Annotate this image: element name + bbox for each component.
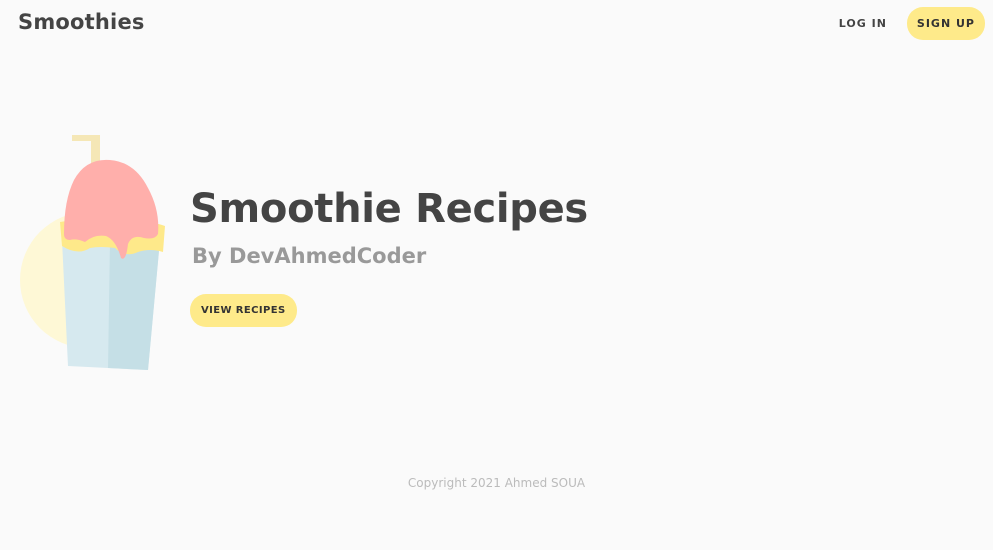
brand-logo[interactable]: Smoothies — [18, 10, 145, 34]
login-link[interactable]: LOG IN — [839, 17, 887, 30]
signup-button[interactable]: SIGN UP — [906, 7, 985, 40]
view-recipes-button[interactable]: VIEW RECIPES — [190, 294, 297, 327]
page: Smoothies LOG IN SIGN UP Smoothie Recipe… — [0, 0, 993, 550]
hero-subtitle: By DevAhmedCoder — [192, 244, 427, 268]
cup-shade — [108, 240, 160, 370]
smoothie-cup-icon — [20, 135, 165, 370]
hero-section: Smoothie Recipes By DevAhmedCoder VIEW R… — [190, 182, 588, 327]
nav-links: LOG IN SIGN UP — [839, 7, 985, 40]
top-navbar: Smoothies LOG IN SIGN UP — [0, 0, 993, 48]
footer-copyright: Copyright 2021 Ahmed SOUA — [407, 476, 586, 490]
hero-title: Smoothie Recipes — [190, 186, 588, 232]
